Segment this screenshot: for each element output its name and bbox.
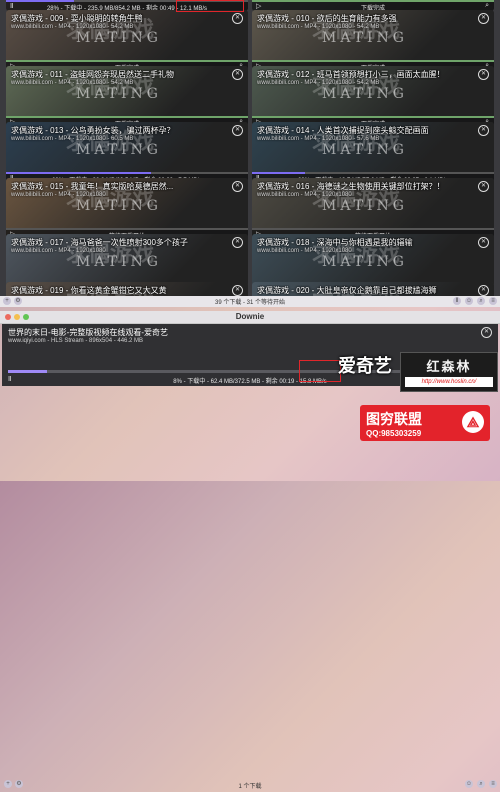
progress-track <box>6 172 248 174</box>
download-meta: www.bilibili.com - MP4 - 1920x1080 <box>257 192 352 198</box>
filter-icon[interactable]: ≡ <box>489 780 497 788</box>
tuqiong-title: 图穷联盟 <box>366 411 422 427</box>
download-item[interactable]: MATING 求偶游戏 求偶游戏 - 015 - 我童年！真实版哈莫德居然... ww… <box>6 178 248 239</box>
download-title: 求偶游戏 - 018 - 深海中与你相遇是我的辐输 <box>257 238 413 247</box>
hoslin-watermark: 红森林 http://www.hoslin.cn/ <box>400 352 498 392</box>
user-icon[interactable]: ☺ <box>465 297 473 305</box>
progress-fill <box>252 60 494 62</box>
progress-track <box>6 116 248 118</box>
title-bar: Downie <box>0 311 500 324</box>
hoslin-url: http://www.hoslin.cn/ <box>405 377 493 387</box>
download-title: 求偶游戏 - 011 - 盗蛙网怨奔现居然送二手礼物 <box>11 70 174 79</box>
download-title: 求偶游戏 - 020 - 大肚皇帝仅企鹅靠自己都拔尴海狮 <box>257 286 437 295</box>
download-meta: www.bilibili.com - MP4 - 1920x1080 - 54.… <box>257 80 380 86</box>
tuqiong-qq: QQ:985303259 <box>366 429 422 438</box>
speed-highlight-box <box>176 0 244 12</box>
close-icon[interactable]: ✕ <box>232 285 243 296</box>
progress-fill <box>6 0 74 2</box>
speed-highlight-box-2 <box>299 360 341 382</box>
progress-track <box>252 0 494 2</box>
close-icon[interactable]: ✕ <box>232 69 243 80</box>
progress-fill <box>252 172 306 174</box>
download-item[interactable]: MATING 求偶游戏 求偶游戏 - 009 - 耍小聪明的转角牛鸭 www.bili… <box>6 10 248 71</box>
close-icon[interactable]: ✕ <box>478 285 489 296</box>
downie-main-window: MATING求偶游戏✕Ⅱ28% - 下载中 - 235.9 MB/854.2 M… <box>0 0 500 307</box>
progress-fill <box>252 116 494 118</box>
download-title: 求偶游戏 - 010 - 欲后的生育能力有多强 <box>257 14 397 23</box>
download-meta: www.bilibili.com - MP4 - 1920x1080 <box>257 248 352 254</box>
download-item[interactable]: MATING 求偶游戏 求偶游戏 - 016 - 海德谜之生物使用关键部位打架？！ w… <box>252 178 494 239</box>
download-meta: www.bilibili.com - MP4 - 1920x1080 - 54.… <box>257 24 380 30</box>
iqiyi-logo: 爱奇艺 <box>338 356 392 376</box>
second-status-bar: + ⚙ 1 个下载 ☺ ⌕ ≡ <box>0 777 500 792</box>
close-icon[interactable]: ✕ <box>232 237 243 248</box>
window-title: Downie <box>235 312 265 321</box>
progress-fill <box>8 370 47 373</box>
download-title: 求偶游戏 - 012 - 班马首领预想打小三，画面太血腥！ <box>257 70 445 79</box>
progress-fill <box>6 116 248 118</box>
close-icon[interactable]: ✕ <box>478 13 489 24</box>
download-meta: www.bilibili.com - MP4 - 1920x1080 - 54.… <box>11 80 134 86</box>
download-title: 求偶游戏 - 014 - 人类首次捕捉到座头鲸交配画面 <box>257 126 429 135</box>
download-title: 求偶游戏 - 019 - 你看这黄金蟹钳它又大又黄 <box>11 286 167 295</box>
search-icon[interactable]: ⌕ <box>477 297 485 305</box>
download-item[interactable]: MATING 求偶游戏 求偶游戏 - 013 - 公鸟勇扮女装，骗过两杯孕？ www.… <box>6 122 248 183</box>
close-icon[interactable]: ✕ <box>478 125 489 136</box>
download-item[interactable]: MATING 求偶游戏 求偶游戏 - 010 - 欲后的生育能力有多强 www.bil… <box>252 10 494 71</box>
download-meta: www.iqiyi.com - HLS Stream - 896x504 - 4… <box>8 338 144 344</box>
download-meta: www.bilibili.com - MP4 - 1920x1080 - 57.… <box>257 136 380 142</box>
progress-track <box>252 172 494 174</box>
progress-fill <box>252 0 494 2</box>
close-icon[interactable]: ✕ <box>232 181 243 192</box>
download-meta: www.bilibili.com - MP4 - 1920x1080 <box>11 248 106 254</box>
user-icon[interactable]: ☺ <box>465 780 473 788</box>
download-meta: www.bilibili.com - MP4 - 1920x1080 - 60.… <box>11 136 134 142</box>
progress-track <box>252 60 494 62</box>
download-title: 求偶游戏 - 015 - 我童年！真实版哈莫德居然... <box>11 182 174 191</box>
progress-track <box>252 228 494 230</box>
downie-second-window: Downie 世界的末日-电影-完整版视频在线观看-爱奇艺 www.iqiyi.… <box>0 311 500 790</box>
filter-icon[interactable]: ≡ <box>489 297 497 305</box>
second-status-text: 1 个下载 <box>238 784 262 790</box>
close-icon[interactable]: ✕ <box>478 181 489 192</box>
close-icon[interactable]: ✕ <box>478 69 489 80</box>
download-title: 世界的末日-电影-完整版视频在线观看-爱奇艺 <box>8 328 168 337</box>
search-icon[interactable]: ⌕ <box>477 780 485 788</box>
main-status-bar: + ⚙ 39 个下载 - 31 个等待开始 Ⅱ ☺ ⌕ ≡ <box>0 296 500 307</box>
hoslin-name: 红森林 <box>426 359 472 374</box>
download-meta: www.bilibili.com - MP4 - 1920x1080 <box>11 192 106 198</box>
progress-fill <box>6 60 248 62</box>
close-icon[interactable]: ✕ <box>232 125 243 136</box>
download-item[interactable]: MATING 求偶游戏 求偶游戏 - 011 - 盗蛙网怨奔现居然送二手礼物 www.… <box>6 66 248 127</box>
flame-logo-icon: ⟁ <box>462 411 484 433</box>
progress-track <box>6 228 248 230</box>
close-icon[interactable]: ✕ <box>481 327 492 338</box>
download-title: 求偶游戏 - 009 - 耍小聪明的转角牛鸭 <box>11 14 143 23</box>
progress-fill <box>6 172 152 174</box>
more-icon[interactable]: ⌕ <box>485 2 489 10</box>
download-title: 求偶游戏 - 017 - 海马爸爸一次性喷射300多个孩子 <box>11 238 188 247</box>
download-title: 求偶游戏 - 013 - 公鸟勇扮女装，骗过两杯孕？ <box>11 126 175 135</box>
pause-all-icon[interactable]: Ⅱ <box>453 297 461 305</box>
tuqiong-watermark: 图穷联盟 QQ:985303259 ⟁ <box>360 405 490 441</box>
progress-track <box>252 116 494 118</box>
progress-track <box>6 60 248 62</box>
main-status-text: 39 个下载 - 31 个等待开始 <box>214 300 285 306</box>
download-grid: MATING求偶游戏✕Ⅱ28% - 下载中 - 235.9 MB/854.2 M… <box>0 0 500 307</box>
download-meta: www.bilibili.com - MP4 - 1920x1080 - 54.… <box>11 24 134 30</box>
download-item[interactable]: MATING 求偶游戏 求偶游戏 - 014 - 人类首次捕捉到座头鲸交配画面 www… <box>252 122 494 183</box>
download-item[interactable]: MATING 求偶游戏 求偶游戏 - 012 - 班马首领预想打小三，画面太血腥！ w… <box>252 66 494 127</box>
download-title: 求偶游戏 - 016 - 海德谜之生物使用关键部位打架？！ <box>257 182 445 191</box>
close-icon[interactable]: ✕ <box>478 237 489 248</box>
close-icon[interactable]: ✕ <box>232 13 243 24</box>
